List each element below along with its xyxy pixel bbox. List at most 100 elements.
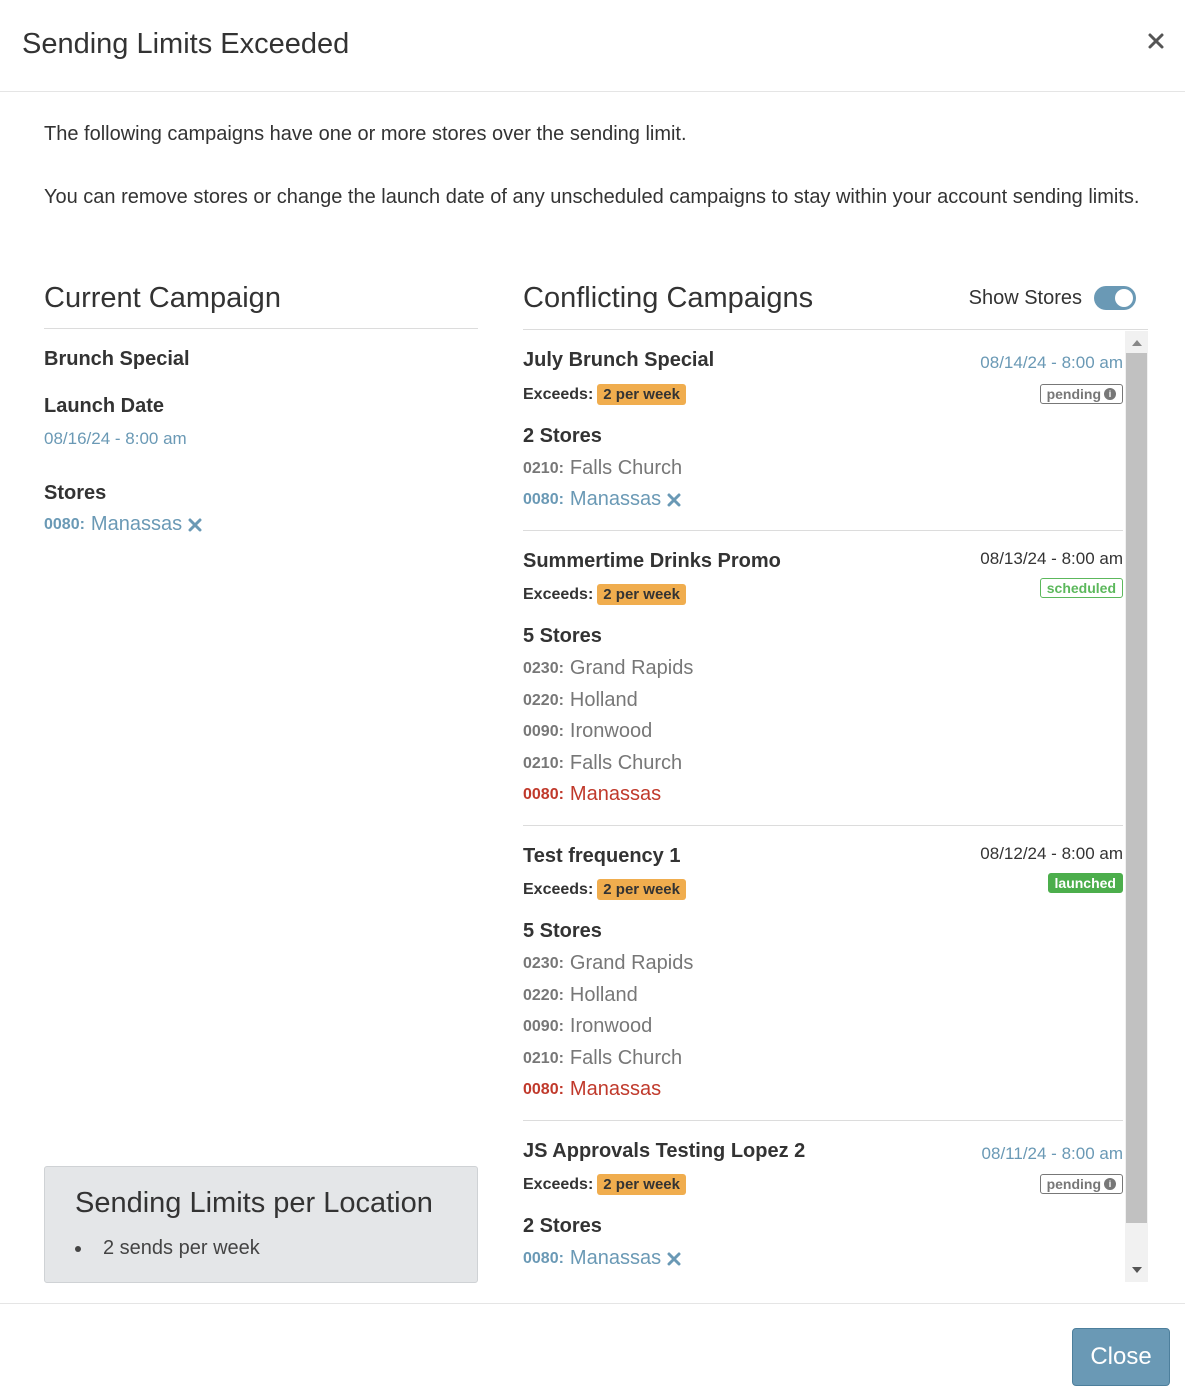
store-code: 0090:: [523, 722, 564, 740]
store-code: 0210:: [523, 1049, 564, 1067]
exceeds-row: Exceeds: 2 per week: [523, 1174, 686, 1195]
store-code: 0230:: [523, 659, 564, 677]
stores-count: 2 Stores: [523, 425, 602, 447]
store-code: 0080:: [523, 1080, 564, 1098]
status-text: pending: [1046, 386, 1101, 402]
remove-store-icon[interactable]: [667, 1252, 681, 1266]
stores-label: Stores: [44, 482, 107, 504]
intro-line-2: You can remove stores or change the laun…: [44, 186, 1140, 208]
store-code: 0230:: [523, 954, 564, 972]
store-item: 0220: Holland: [523, 984, 638, 1007]
store-name: Grand Rapids: [569, 952, 694, 974]
toggle-knob: [1115, 289, 1133, 307]
store-code: 0220:: [523, 691, 564, 709]
exceeds-label: Exceeds:: [523, 585, 594, 603]
sending-limits-item: 2 sends per week: [75, 1237, 260, 1260]
remove-store-icon[interactable]: [188, 518, 202, 532]
store-code: 0090:: [523, 1017, 564, 1035]
conflicting-campaigns-panel: Conflicting Campaigns Show Stores: [523, 282, 1148, 330]
status-badge-pending[interactable]: pending i: [1039, 1174, 1123, 1194]
sending-limits-modal: Sending Limits Exceeded The following ca…: [0, 0, 1185, 1399]
store-name: Falls Church: [569, 457, 683, 479]
remove-store-icon[interactable]: [667, 493, 681, 507]
store-name: Grand Rapids: [569, 657, 694, 679]
store-item-conflict: 0080: Manassas: [523, 783, 661, 806]
modal-header: Sending Limits Exceeded: [0, 0, 1185, 92]
store-item: 0230: Grand Rapids: [523, 952, 693, 975]
exceeds-row: Exceeds: 2 per week: [523, 879, 686, 900]
modal-title: Sending Limits Exceeded: [22, 28, 350, 60]
info-icon: i: [1104, 1178, 1116, 1190]
current-campaign-panel: Current Campaign Brunch Special Launch D…: [44, 282, 478, 569]
stores-count: 5 Stores: [523, 625, 602, 647]
store-name: Falls Church: [569, 752, 683, 774]
current-store-item: 0080: Manassas: [44, 513, 202, 536]
store-name: Ironwood: [569, 720, 653, 742]
status-badge-launched: launched: [1047, 873, 1123, 893]
store-code: 0210:: [523, 459, 564, 477]
bullet: [75, 1245, 81, 1252]
exceeds-badge: 2 per week: [597, 1174, 686, 1195]
store-name: Ironwood: [569, 1015, 653, 1037]
exceeds-label: Exceeds:: [523, 385, 594, 403]
campaign-item: JS Approvals Testing Lopez 2 08/11/24 - …: [523, 1121, 1123, 1282]
show-stores-label: Show Stores: [968, 286, 1082, 309]
store-name: Holland: [569, 984, 638, 1006]
exceeds-badge: 2 per week: [597, 879, 686, 900]
info-icon: i: [1104, 388, 1116, 400]
close-button[interactable]: Close: [1072, 1328, 1170, 1386]
show-stores-control: Show Stores: [969, 286, 1136, 310]
store-item: 0220: Holland: [523, 689, 638, 712]
store-name: Holland: [569, 689, 638, 711]
exceeds-badge: 2 per week: [597, 584, 686, 605]
scroll-thumb[interactable]: [1126, 353, 1147, 1223]
campaign-name: Test frequency 1: [523, 845, 681, 867]
scroll-up-arrow[interactable]: [1125, 333, 1148, 353]
store-code: 0220:: [523, 986, 564, 1004]
conflicting-campaigns-header: Conflicting Campaigns Show Stores: [523, 282, 1148, 330]
show-stores-toggle[interactable]: [1094, 286, 1136, 310]
exceeds-label: Exceeds:: [523, 1175, 594, 1193]
sending-limits-box: Sending Limits per Location 2 sends per …: [44, 1166, 478, 1283]
store-item: 0210: Falls Church: [523, 457, 682, 480]
store-item: 0210: Falls Church: [523, 1047, 682, 1070]
current-campaign-heading: Current Campaign: [44, 282, 478, 329]
store-item: 0090: Ironwood: [523, 1015, 652, 1038]
campaign-date[interactable]: 08/11/24 - 8:00 am: [982, 1144, 1123, 1164]
campaign-item: Test frequency 1 08/12/24 - 8:00 am Exce…: [523, 826, 1123, 1121]
sending-limits-title: Sending Limits per Location: [75, 1187, 433, 1219]
store-item: 0080: Manassas: [523, 488, 681, 511]
conflicting-campaigns-list[interactable]: July Brunch Special 08/14/24 - 8:00 am E…: [523, 331, 1148, 1282]
status-text: scheduled: [1046, 580, 1116, 596]
store-item-conflict: 0080: Manassas: [523, 1078, 661, 1101]
store-name: Manassas: [569, 1078, 662, 1100]
store-code: 0080:: [523, 490, 564, 508]
store-code: 0080:: [44, 515, 85, 533]
close-icon[interactable]: [1141, 26, 1171, 56]
store-item: 0210: Falls Church: [523, 752, 682, 775]
store-name: Manassas: [569, 1247, 662, 1269]
store-name: Falls Church: [569, 1047, 683, 1069]
campaign-item: Summertime Drinks Promo 08/13/24 - 8:00 …: [523, 531, 1123, 826]
launch-date-value: 08/16/24 - 8:00 am: [44, 429, 187, 448]
status-text: pending: [1046, 1176, 1101, 1192]
store-item: 0230: Grand Rapids: [523, 657, 693, 680]
campaign-date: 08/12/24 - 8:00 am: [980, 844, 1123, 863]
campaign-name: July Brunch Special: [523, 349, 715, 371]
scroll-down-arrow[interactable]: [1125, 1260, 1148, 1280]
campaign-date: 08/13/24 - 8:00 am: [980, 549, 1123, 568]
current-campaign-name: Brunch Special: [44, 348, 190, 370]
exceeds-label: Exceeds:: [523, 880, 594, 898]
status-badge-pending[interactable]: pending i: [1039, 384, 1123, 404]
campaign-date[interactable]: 08/14/24 - 8:00 am: [980, 353, 1123, 373]
modal-footer: Close: [0, 1303, 1185, 1399]
sending-limits-text: 2 sends per week: [103, 1237, 260, 1259]
intro-text: The following campaigns have one or more…: [44, 118, 1144, 213]
store-item: 0080: Manassas: [523, 1247, 681, 1270]
store-code: 0080:: [523, 785, 564, 803]
status-badge-scheduled: scheduled: [1039, 578, 1123, 598]
status-text: launched: [1054, 875, 1116, 891]
exceeds-row: Exceeds: 2 per week: [523, 384, 686, 405]
launch-date-label: Launch Date: [44, 395, 165, 417]
list-scrollbar[interactable]: [1125, 331, 1148, 1282]
